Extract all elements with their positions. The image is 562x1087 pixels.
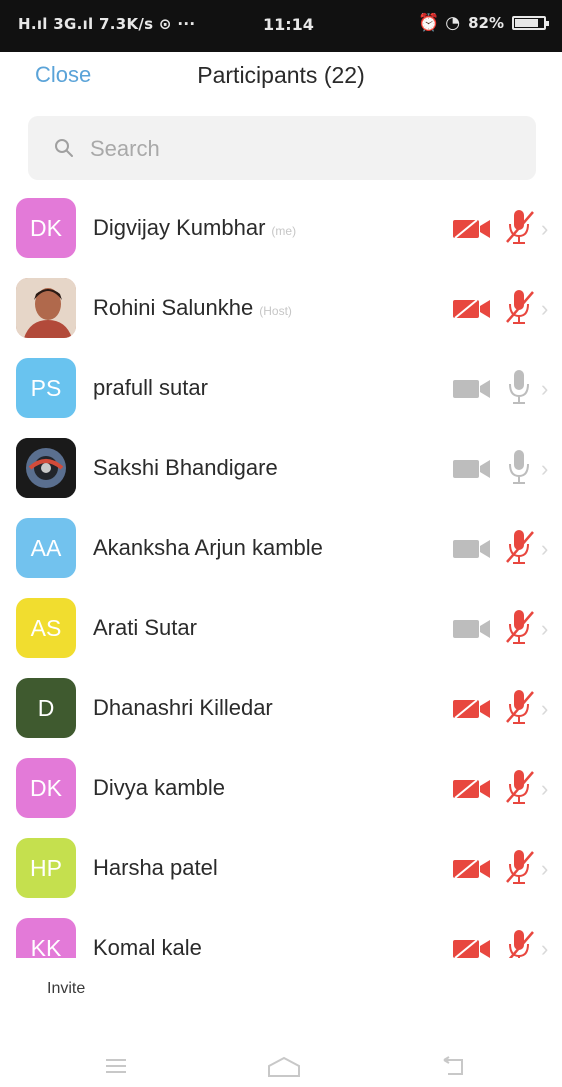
avatar-initials: D	[37, 695, 55, 721]
system-nav-bar	[0, 1040, 562, 1087]
avatar: AS	[16, 598, 76, 658]
back-icon[interactable]	[440, 1056, 466, 1078]
participant-row[interactable]: Sakshi Bhandigare ›	[0, 428, 562, 508]
page-title: Participants (22)	[197, 62, 365, 88]
signal-network-speed: H.ıl 3G.ıl 7.3K/s ⊙ ···	[18, 15, 196, 33]
battery-percent: 82%	[468, 14, 504, 32]
participant-row[interactable]: PS prafull sutar ›	[0, 348, 562, 428]
video-icon	[452, 538, 492, 560]
invite-button[interactable]: Invite	[47, 980, 85, 998]
participant-name-text: prafull sutar	[93, 375, 208, 400]
participant-name: Divya kamble	[93, 775, 225, 801]
participant-name-text: Arati Sutar	[93, 615, 197, 640]
chevron-right-icon: ›	[541, 456, 549, 481]
search-icon	[55, 139, 73, 157]
video-icon	[452, 618, 492, 640]
participant-name: Akanksha Arjun kamble	[93, 535, 323, 561]
participant-row[interactable]: DK Divya kamble ›	[0, 748, 562, 828]
home-icon[interactable]	[266, 1056, 302, 1078]
chevron-right-icon: ›	[541, 296, 549, 321]
mic-muted-icon[interactable]	[503, 608, 537, 646]
chevron-right-icon: ›	[541, 776, 549, 801]
chevron-right-icon: ›	[541, 536, 549, 561]
chevron-right-icon: ›	[541, 376, 549, 401]
video-off-icon	[452, 298, 492, 320]
mic-muted-icon[interactable]	[503, 768, 537, 806]
video-icon	[452, 458, 492, 480]
participants-header: Close Participants (22)	[0, 52, 562, 102]
participant-name-text: Rohini Salunkhe	[93, 295, 254, 320]
participant-name: Sakshi Bhandigare	[93, 455, 278, 481]
mic-muted-icon[interactable]	[503, 208, 537, 246]
participant-name-text: Akanksha Arjun kamble	[93, 535, 323, 560]
participant-name-text: Sakshi Bhandigare	[93, 455, 278, 480]
avatar: PS	[16, 358, 76, 418]
avatar-initials: DK	[30, 775, 62, 801]
participant-name: Arati Sutar	[93, 615, 197, 641]
avatar-initials: DK	[30, 215, 62, 241]
video-off-icon	[452, 218, 492, 240]
alarm-wifi-icons: ⏰ ◔	[418, 13, 461, 33]
participant-list[interactable]: DK Digvijay Kumbhar (me) › Rohini Salunkhe (H…	[0, 188, 562, 958]
participant-row[interactable]: DK Digvijay Kumbhar (me) ›	[0, 188, 562, 268]
participant-name-text: Harsha patel	[93, 855, 218, 880]
participant-role: (me)	[271, 224, 297, 238]
participant-name: Digvijay Kumbhar (me)	[93, 215, 296, 241]
mic-icon[interactable]	[503, 448, 537, 486]
search-input[interactable]	[88, 130, 512, 168]
participant-row[interactable]: AA Akanksha Arjun kamble ›	[0, 508, 562, 588]
mic-muted-icon[interactable]	[503, 528, 537, 566]
search-bar[interactable]	[28, 116, 536, 180]
avatar-initials: AA	[30, 535, 62, 561]
chevron-right-icon: ›	[541, 216, 549, 241]
avatar: DK	[16, 198, 76, 258]
mic-muted-icon[interactable]	[503, 928, 537, 958]
participant-name-text: Divya kamble	[93, 775, 226, 800]
menu-icon[interactable]	[103, 1056, 129, 1076]
participant-name: Komal kale	[93, 935, 202, 958]
participant-name: prafull sutar	[93, 375, 208, 401]
avatar-initials: KK	[30, 935, 62, 958]
chevron-right-icon: ›	[541, 696, 549, 721]
status-bar: H.ıl 3G.ıl 7.3K/s ⊙ ··· 11:14 ⏰ ◔ 82%	[0, 0, 562, 52]
status-icons: ⏰ ◔ 82%	[418, 13, 549, 33]
avatar-initials: AS	[30, 615, 62, 641]
video-off-icon	[452, 698, 492, 720]
participant-name-text: Komal kale	[93, 935, 202, 958]
mic-muted-icon[interactable]	[503, 848, 537, 886]
participant-name: Rohini Salunkhe (Host)	[93, 295, 292, 321]
participant-row[interactable]: AS Arati Sutar ›	[0, 588, 562, 668]
mic-muted-icon[interactable]	[503, 288, 537, 326]
participant-row[interactable]: KK Komal kale ›	[0, 908, 562, 958]
avatar: DK	[16, 758, 76, 818]
battery-icon	[512, 16, 549, 30]
participant-row[interactable]: HP Harsha patel ›	[0, 828, 562, 908]
avatar: D	[16, 678, 76, 738]
video-icon	[452, 378, 492, 400]
video-off-icon	[452, 938, 492, 958]
avatar	[16, 438, 76, 498]
battery-fill	[515, 19, 538, 27]
participant-role: (Host)	[259, 304, 292, 318]
participant-name: Harsha patel	[93, 855, 218, 881]
participant-row[interactable]: D Dhanashri Killedar ›	[0, 668, 562, 748]
mic-icon[interactable]	[503, 368, 537, 406]
video-off-icon	[452, 858, 492, 880]
mic-muted-icon[interactable]	[503, 688, 537, 726]
avatar	[16, 278, 76, 338]
participant-name-text: Digvijay Kumbhar	[93, 215, 266, 240]
chevron-right-icon: ›	[541, 856, 549, 881]
participant-name-text: Dhanashri Killedar	[93, 695, 273, 720]
avatar: KK	[16, 918, 76, 958]
avatar: AA	[16, 518, 76, 578]
avatar: HP	[16, 838, 76, 898]
clock: 11:14	[263, 15, 314, 34]
avatar-initials: HP	[30, 855, 62, 881]
participant-row[interactable]: Rohini Salunkhe (Host) ›	[0, 268, 562, 348]
chevron-right-icon: ›	[541, 616, 549, 641]
chevron-right-icon: ›	[541, 936, 549, 958]
participant-name: Dhanashri Killedar	[93, 695, 273, 721]
video-off-icon	[452, 778, 492, 800]
avatar-initials: PS	[30, 375, 62, 401]
